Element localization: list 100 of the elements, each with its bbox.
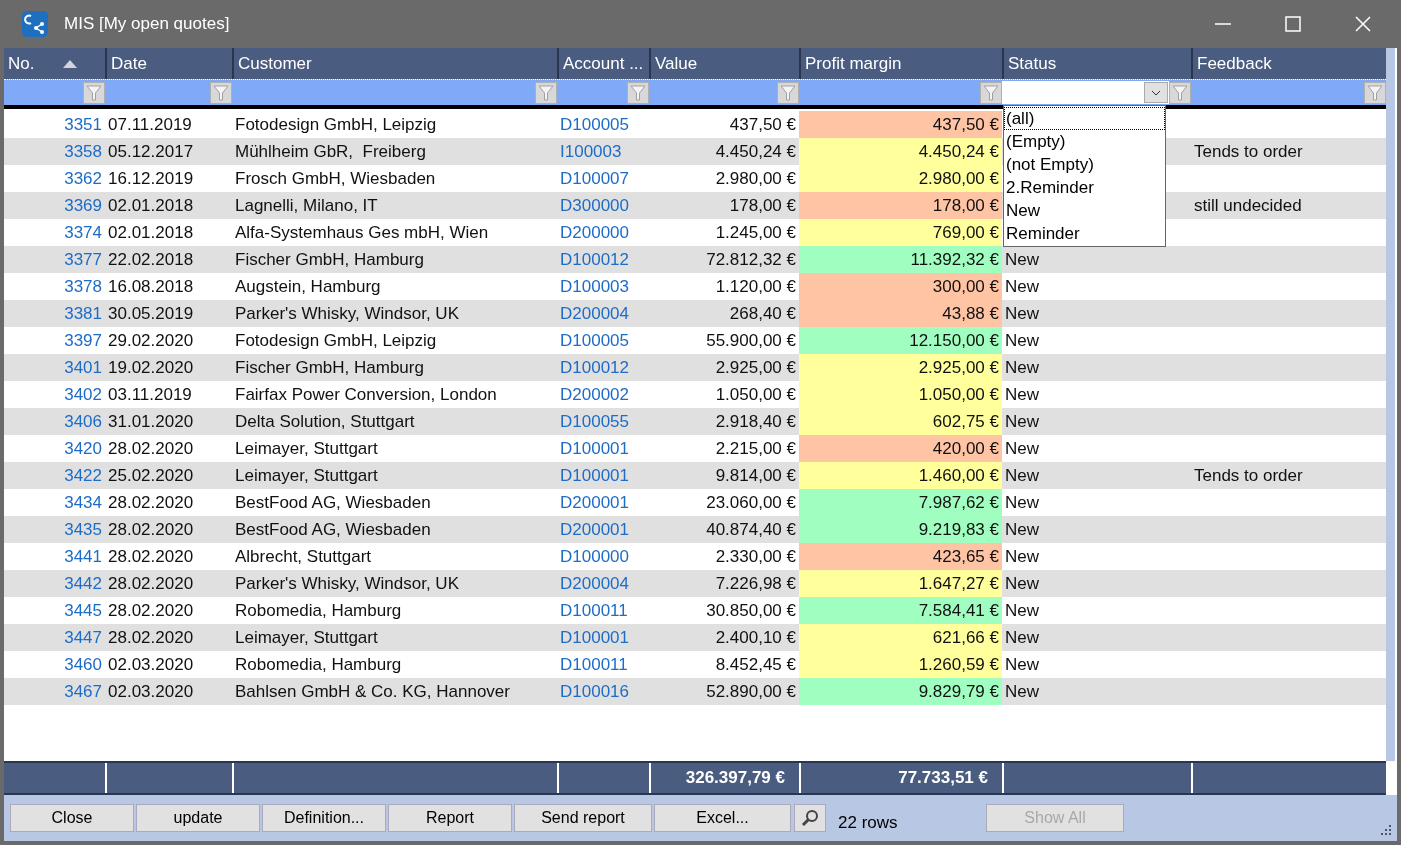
table-cell-text: 2.215,00 € xyxy=(714,437,797,460)
margin-cell: 7.987,62 € xyxy=(799,489,1002,516)
account-link[interactable]: D100005 xyxy=(557,327,649,354)
account-link[interactable]: D200004 xyxy=(557,570,649,597)
quote-number[interactable]: 3362 xyxy=(4,165,105,192)
status-filter-field[interactable] xyxy=(1002,81,1169,104)
action-button[interactable]: Send report xyxy=(514,804,652,832)
maximize-icon[interactable] xyxy=(1285,16,1301,32)
table-cell-text: 02.03.2020 xyxy=(107,680,195,703)
quote-number[interactable]: 3377 xyxy=(4,246,105,273)
column-header[interactable]: No. xyxy=(4,48,105,79)
table-cell-text: Robomedia, Hamburg xyxy=(234,599,403,622)
table-cell-text: New xyxy=(1004,491,1040,514)
quote-number[interactable]: 3442 xyxy=(4,570,105,597)
table-cell-text: 72.812,32 € xyxy=(705,248,797,271)
dropdown-option[interactable]: 2.Reminder xyxy=(1004,176,1165,199)
search-button[interactable] xyxy=(794,804,826,832)
table-cell-text: Parker's Whisky, Windsor, UK xyxy=(234,302,460,325)
margin-cell: 11.392,32 € xyxy=(799,246,1002,273)
table-cell-text: Delta Solution, Stuttgart xyxy=(234,410,416,433)
table-cell-text: New xyxy=(1004,248,1040,271)
account-link[interactable]: D100055 xyxy=(557,408,649,435)
filter-icon[interactable] xyxy=(1169,81,1191,104)
account-link[interactable]: D100000 xyxy=(557,543,649,570)
quote-number[interactable]: 3447 xyxy=(4,624,105,651)
dropdown-option[interactable]: (Empty) xyxy=(1004,130,1165,153)
quote-number[interactable]: 3434 xyxy=(4,489,105,516)
table-cell-text: New xyxy=(1004,653,1040,676)
account-link[interactable]: D100011 xyxy=(557,597,649,624)
total-margin: 77.733,51 € xyxy=(898,767,988,790)
account-link[interactable]: I100003 xyxy=(557,138,649,165)
quote-number[interactable]: 3401 xyxy=(4,354,105,381)
account-link[interactable]: D100007 xyxy=(557,165,649,192)
filter-icon[interactable] xyxy=(1364,81,1386,104)
quote-number[interactable]: 3378 xyxy=(4,273,105,300)
dropdown-option[interactable]: (not Empty) xyxy=(1004,153,1165,176)
filter-icon[interactable] xyxy=(777,81,799,104)
table-cell-text: 07.11.2019 xyxy=(107,113,193,136)
table-cell-text: Mühlheim GbR, Freiberg xyxy=(234,140,427,163)
quote-number[interactable]: 3467 xyxy=(4,678,105,705)
quote-number[interactable]: 3374 xyxy=(4,219,105,246)
dropdown-caret-icon[interactable] xyxy=(1144,82,1168,103)
account-link[interactable]: D100012 xyxy=(557,354,649,381)
action-button[interactable]: Definition... xyxy=(262,804,386,832)
table-cell-text: 16.12.2019 xyxy=(107,167,195,190)
quote-number[interactable]: 3420 xyxy=(4,435,105,462)
margin-cell: 7.584,41 € xyxy=(799,597,1002,624)
action-button[interactable]: Close xyxy=(10,804,134,832)
dropdown-option[interactable]: New xyxy=(1004,199,1165,222)
account-link[interactable]: D200004 xyxy=(557,300,649,327)
quote-number[interactable]: 3441 xyxy=(4,543,105,570)
account-link[interactable]: D100005 xyxy=(557,111,649,138)
account-link[interactable]: D200002 xyxy=(557,381,649,408)
table-cell-text: 2.918,40 € xyxy=(714,410,797,433)
quote-number[interactable]: 3402 xyxy=(4,381,105,408)
quote-number[interactable]: 3397 xyxy=(4,327,105,354)
close-icon[interactable] xyxy=(1355,16,1371,32)
quote-number[interactable]: 3351 xyxy=(4,111,105,138)
filter-icon[interactable] xyxy=(210,81,232,104)
account-link[interactable]: D100001 xyxy=(557,435,649,462)
account-link[interactable]: D100001 xyxy=(557,624,649,651)
action-button[interactable]: update xyxy=(136,804,260,832)
margin-cell: 9.829,79 € xyxy=(799,678,1002,705)
quote-number[interactable]: 3422 xyxy=(4,462,105,489)
sort-up-icon[interactable] xyxy=(63,59,77,68)
quote-number[interactable]: 3435 xyxy=(4,516,105,543)
filter-icon[interactable] xyxy=(535,81,557,104)
account-link[interactable]: D100001 xyxy=(557,462,649,489)
quote-number[interactable]: 3381 xyxy=(4,300,105,327)
table-cell-text: New xyxy=(1004,356,1040,379)
account-link[interactable]: D200001 xyxy=(557,489,649,516)
filter-icon[interactable] xyxy=(627,81,649,104)
table-cell-text: 03.11.2019 xyxy=(107,383,193,406)
resize-grip-icon[interactable] xyxy=(1379,823,1391,835)
table-cell-text: 23.060,00 € xyxy=(705,491,797,514)
action-button[interactable]: Excel... xyxy=(654,804,791,832)
quote-number[interactable]: 3406 xyxy=(4,408,105,435)
account-link[interactable]: D200001 xyxy=(557,516,649,543)
table-cell-text: New xyxy=(1004,572,1040,595)
account-link[interactable]: D300000 xyxy=(557,192,649,219)
table-cell-text: Parker's Whisky, Windsor, UK xyxy=(234,572,460,595)
account-link[interactable]: D200000 xyxy=(557,219,649,246)
quote-number[interactable]: 3445 xyxy=(4,597,105,624)
table-cell-text: New xyxy=(1004,626,1040,649)
table-cell-text: 28.02.2020 xyxy=(107,437,195,460)
quote-number[interactable]: 3358 xyxy=(4,138,105,165)
account-link[interactable]: D100012 xyxy=(557,246,649,273)
account-link[interactable]: D100011 xyxy=(557,651,649,678)
filter-icon[interactable] xyxy=(980,81,1002,104)
dropdown-option[interactable]: (all) xyxy=(1004,107,1165,130)
dropdown-option[interactable]: Reminder xyxy=(1004,222,1165,245)
table-cell-text: 8.452,45 € xyxy=(714,653,797,676)
action-button[interactable]: Report xyxy=(388,804,512,832)
quote-number[interactable]: 3460 xyxy=(4,651,105,678)
quote-number[interactable]: 3369 xyxy=(4,192,105,219)
filter-icon[interactable] xyxy=(83,81,105,104)
table-cell-text: 2.980,00 € xyxy=(714,167,797,190)
account-link[interactable]: D100003 xyxy=(557,273,649,300)
account-link[interactable]: D100016 xyxy=(557,678,649,705)
margin-cell: 602,75 € xyxy=(799,408,1002,435)
